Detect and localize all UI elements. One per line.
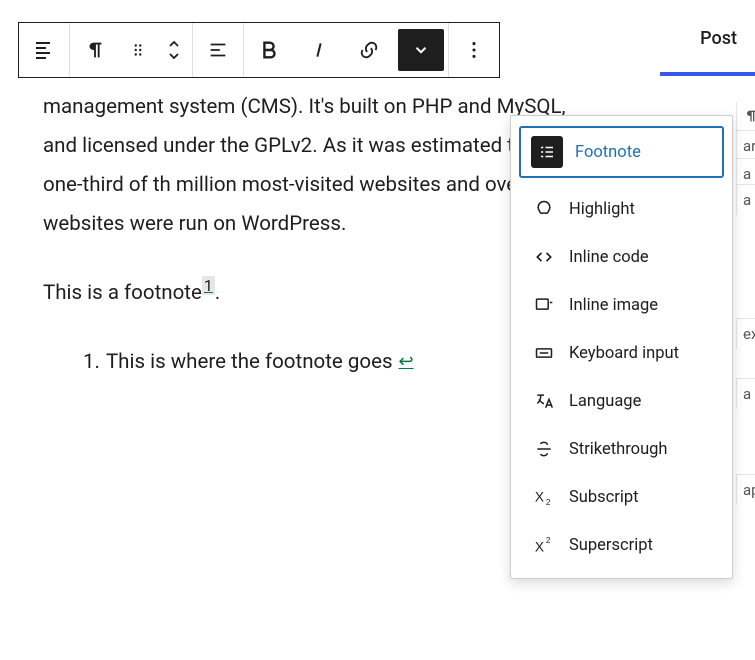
dropdown-label: Superscript [569,536,653,555]
drag-handle-icon[interactable] [120,23,156,77]
strikethrough-icon [531,436,557,462]
text-run: This is a footnote [43,281,202,305]
toolbar-group-transform [70,23,193,77]
svg-text:2: 2 [546,498,551,507]
dropdown-label: Keyboard input [569,344,679,363]
block-toolbar [18,22,500,78]
dropdown-label: Inline image [569,296,658,315]
highlight-icon [531,196,557,222]
footnote-icon [531,136,563,168]
svg-text:X: X [535,490,544,505]
dropdown-item-footnote[interactable]: Footnote [519,126,724,178]
dropdown-item-inline-code[interactable]: Inline code [519,234,724,280]
dropdown-label: Footnote [575,143,641,162]
image-icon [531,292,557,318]
language-icon [531,388,557,414]
toolbar-group-options [449,23,499,77]
dropdown-label: Inline code [569,248,649,267]
footnote-number: 1. [83,343,100,382]
svg-text:X: X [535,539,544,554]
list-block-icon[interactable] [19,23,69,77]
footnote-backlink-icon[interactable]: ↩ [399,345,414,379]
superscript-icon: X 2 [531,532,557,558]
toolbar-group-align [193,23,244,77]
keyboard-icon [531,340,557,366]
toolbar-group-format [244,23,449,77]
dropdown-item-strikethrough[interactable]: Strikethrough [519,426,724,472]
footnote-text[interactable]: This is where the footnote goes [106,343,393,382]
dropdown-item-subscript[interactable]: X 2 Subscript [519,474,724,520]
format-dropdown: Footnote Highlight Inline code Inline im… [510,115,733,579]
italic-button[interactable] [294,23,344,77]
dropdown-item-superscript[interactable]: X 2 Superscript [519,522,724,568]
dropdown-item-inline-image[interactable]: Inline image [519,282,724,328]
svg-text:2: 2 [546,536,551,545]
sidebar-fragment: a [736,378,755,409]
subscript-icon: X 2 [531,484,557,510]
move-arrows-icon[interactable] [156,23,192,77]
dropdown-label: Subscript [569,488,639,507]
text-run: . [215,281,220,305]
tab-underline [660,72,755,76]
dropdown-label: Strikethrough [569,440,668,459]
more-formats-button[interactable] [398,29,444,71]
options-button[interactable] [449,23,499,77]
align-icon[interactable] [193,23,243,77]
footnote-ref[interactable]: 1 [202,276,215,295]
code-icon [531,244,557,270]
sidebar-fragment: ap [736,474,755,505]
paragraph-icon[interactable] [70,23,120,77]
link-button[interactable] [344,23,394,77]
toolbar-group-block [19,23,70,77]
tab-post[interactable]: Post [700,28,737,49]
dropdown-item-language[interactable]: Language [519,378,724,424]
bold-button[interactable] [244,23,294,77]
dropdown-item-keyboard-input[interactable]: Keyboard input [519,330,724,376]
dropdown-label: Highlight [569,200,635,219]
dropdown-item-highlight[interactable]: Highlight [519,186,724,232]
dropdown-label: Language [569,392,641,411]
